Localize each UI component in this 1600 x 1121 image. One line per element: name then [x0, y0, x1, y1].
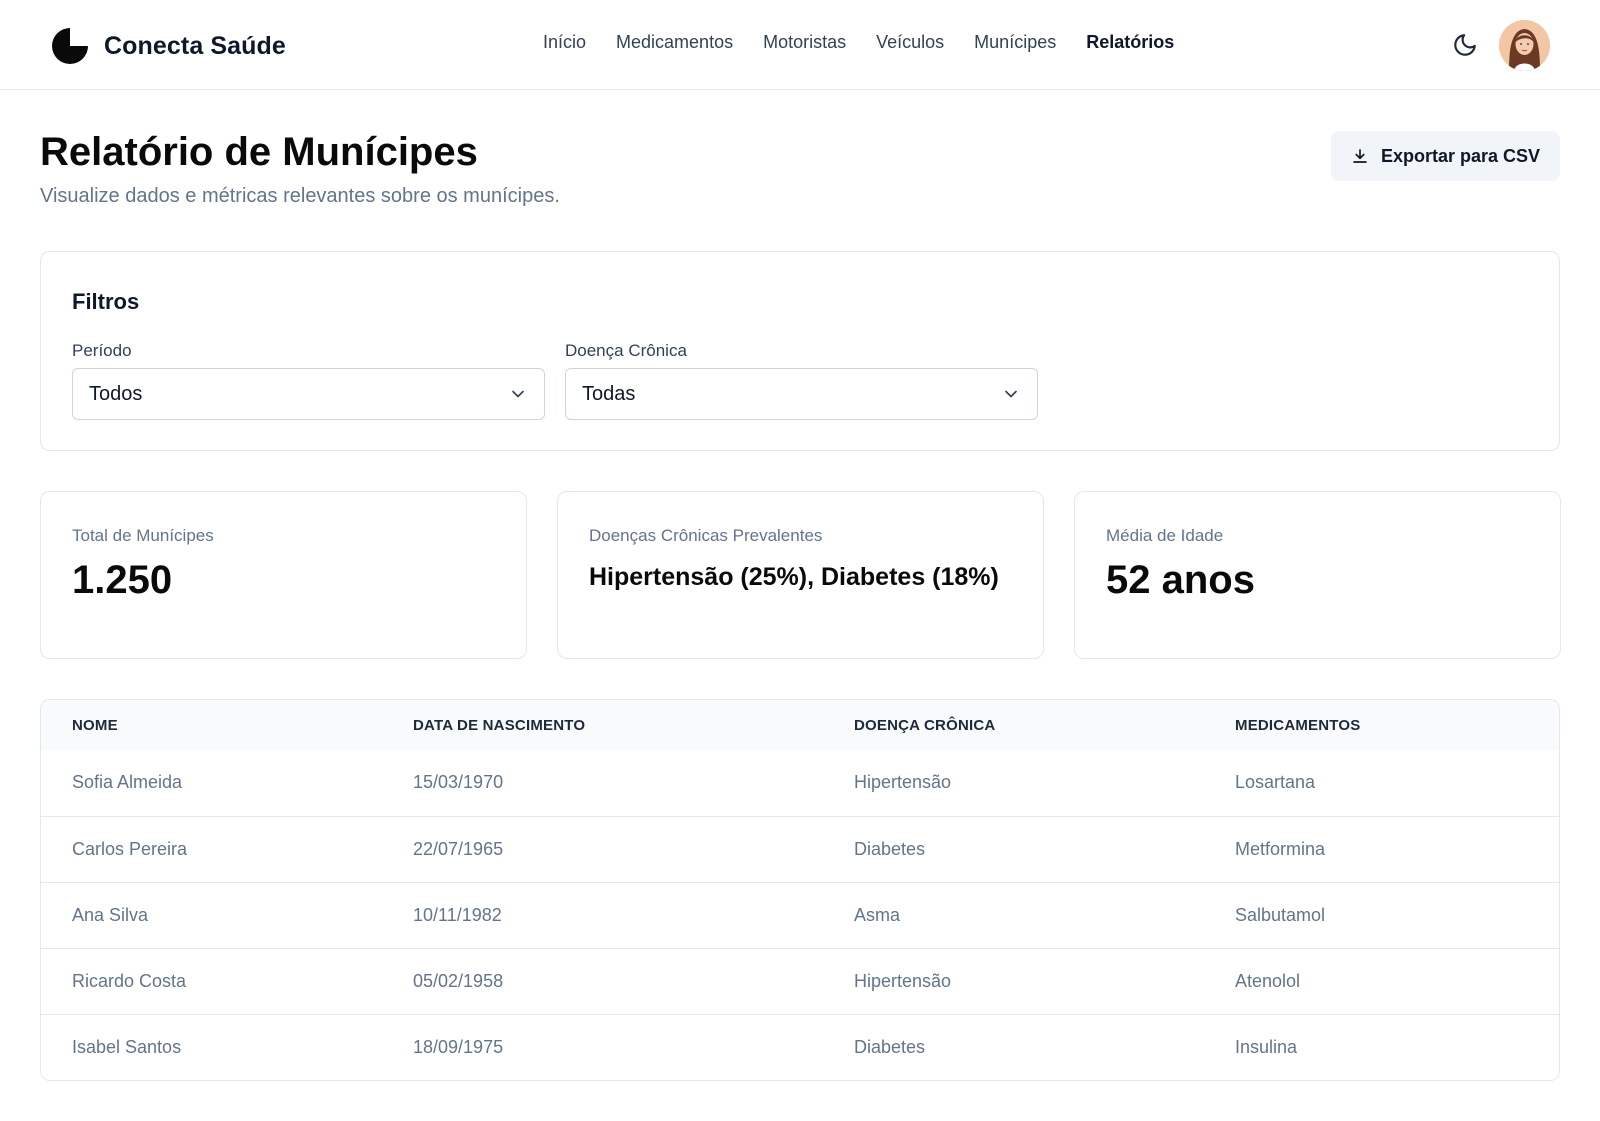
column-header-medicamentos: MEDICAMENTOS [1235, 717, 1361, 734]
user-avatar[interactable] [1499, 20, 1550, 71]
cell-medicamentos: Atenolol [1235, 971, 1301, 991]
cell-nome: Isabel Santos [72, 1037, 182, 1057]
cell-medicamentos: Metformina [1235, 839, 1326, 859]
moon-icon [1454, 34, 1476, 56]
cell-doenca-cronica: Diabetes [854, 1037, 926, 1057]
metric-card-doencas: Doenças Crônicas Prevalentes Hipertensão… [557, 491, 1044, 659]
cell-doenca-cronica: Diabetes [854, 839, 926, 859]
metric-value: 52 anos [1106, 558, 1255, 602]
nav-item-veiculos[interactable]: Veículos [876, 32, 944, 53]
theme-toggle-button[interactable] [1450, 30, 1480, 60]
table-row[interactable]: Ricardo Costa 05/02/1958 Hipertensão Ate… [41, 948, 1559, 1014]
cell-data-nascimento: 05/02/1958 [413, 971, 504, 991]
table-row[interactable]: Ana Silva 10/11/1982 Asma Salbutamol [41, 882, 1559, 948]
cell-nome: Ricardo Costa [72, 971, 187, 991]
logo-icon [52, 28, 88, 64]
cell-medicamentos: Salbutamol [1235, 905, 1326, 925]
page-title: Relatório de Munícipes [40, 130, 478, 174]
chevron-down-icon [1005, 390, 1017, 398]
filters-card: Filtros Período Todos Doença Crônica Tod… [40, 251, 1560, 451]
table-row[interactable]: Carlos Pereira 22/07/1965 Diabetes Metfo… [41, 816, 1559, 882]
download-icon [1353, 149, 1367, 163]
filters-title: Filtros [72, 289, 140, 314]
cell-data-nascimento: 10/11/1982 [413, 905, 502, 925]
metric-label: Doenças Crônicas Prevalentes [589, 526, 823, 545]
cell-data-nascimento: 15/03/1970 [413, 772, 504, 792]
periodo-label: Período [72, 341, 132, 360]
doenca-select-value: Todas [582, 382, 636, 405]
doenca-select[interactable]: Todas [565, 368, 1038, 420]
table-row[interactable]: Isabel Santos 18/09/1975 Diabetes Insuli… [41, 1014, 1559, 1080]
doenca-label: Doença Crônica [565, 341, 687, 360]
export-csv-button[interactable]: Exportar para CSV [1331, 131, 1560, 181]
cell-data-nascimento: 18/09/1975 [413, 1037, 504, 1057]
cell-medicamentos: Losartana [1235, 772, 1316, 792]
nav-item-medicamentos[interactable]: Medicamentos [616, 32, 733, 53]
cell-data-nascimento: 22/07/1965 [413, 839, 504, 859]
cell-nome: Ana Silva [72, 905, 149, 925]
avatar-image [1499, 20, 1550, 71]
nav-item-relatorios[interactable]: Relatórios [1086, 32, 1174, 53]
chevron-down-icon [512, 390, 524, 398]
metric-card-idade: Média de Idade 52 anos [1074, 491, 1561, 659]
nav-item-inicio[interactable]: Início [543, 32, 586, 53]
cell-nome: Carlos Pereira [72, 839, 188, 859]
main-nav: Início Medicamentos Motoristas Veículos … [543, 32, 1204, 53]
cell-medicamentos: Insulina [1235, 1037, 1298, 1057]
metric-card-total: Total de Munícipes 1.250 [40, 491, 527, 659]
metric-value: Hipertensão (25%), Diabetes (18%) [589, 563, 999, 591]
page-subtitle: Visualize dados e métricas relevantes so… [40, 185, 560, 207]
cell-doenca-cronica: Hipertensão [854, 772, 952, 792]
municipes-table: NOME DATA DE NASCIMENTO DOENÇA CRÔNICA M… [40, 699, 1560, 1081]
nav-item-municipes[interactable]: Munícipes [974, 32, 1056, 53]
metric-label: Média de Idade [1106, 526, 1224, 545]
cell-doenca-cronica: Asma [854, 905, 901, 925]
export-csv-label: Exportar para CSV [1380, 145, 1541, 166]
periodo-select-value: Todos [89, 382, 143, 405]
column-header-doenca-cronica: DOENÇA CRÔNICA [854, 717, 996, 734]
nav-item-motoristas[interactable]: Motoristas [763, 32, 846, 53]
periodo-select[interactable]: Todos [72, 368, 545, 420]
brand-name: Conecta Saúde [104, 31, 286, 60]
column-header-data-nascimento: DATA DE NASCIMENTO [413, 717, 586, 734]
metric-label: Total de Munícipes [72, 526, 214, 545]
column-header-nome: NOME [72, 717, 118, 734]
brand-logo[interactable]: Conecta Saúde [50, 26, 286, 66]
cell-nome: Sofia Almeida [72, 772, 183, 792]
cell-doenca-cronica: Hipertensão [854, 971, 952, 991]
table-header: NOME DATA DE NASCIMENTO DOENÇA CRÔNICA M… [41, 700, 1559, 750]
metric-value: 1.250 [72, 558, 173, 602]
top-navigation-bar: Conecta Saúde Início Medicamentos Motori… [0, 0, 1600, 90]
table-row[interactable]: Sofia Almeida 15/03/1970 Hipertensão Los… [41, 750, 1559, 816]
